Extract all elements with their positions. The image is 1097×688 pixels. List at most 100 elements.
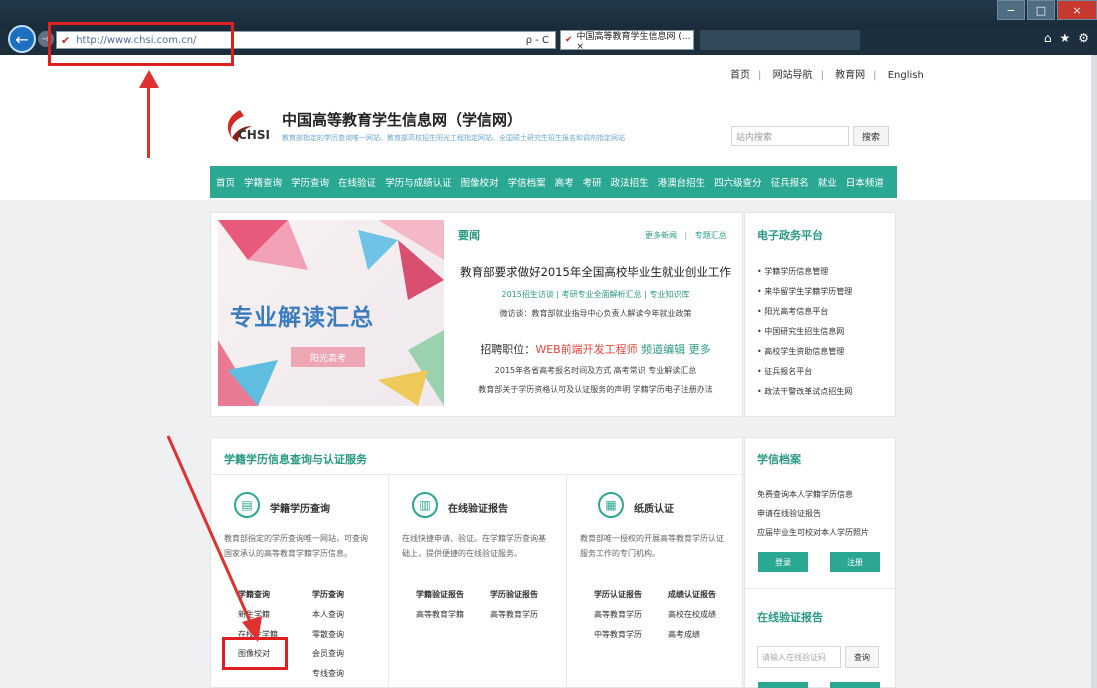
banner[interactable]: 专业解读汇总 阳光高考 — [218, 220, 444, 406]
service-link[interactable]: 本人查询 — [312, 609, 344, 620]
nav-item[interactable]: 学历与成绩认证 — [385, 175, 452, 189]
nav-item[interactable]: 港澳台招生 — [658, 175, 706, 189]
service-link[interactable]: 高等教育学籍 — [416, 609, 464, 620]
card-title[interactable]: 在线验证报告 — [448, 500, 508, 515]
card-desc: 教育部唯一授权的开展高等教育学历认证 服务工作的专门机构。 — [580, 534, 724, 558]
blurred-tab[interactable] — [700, 30, 860, 50]
service-link[interactable]: 零散查询 — [312, 629, 344, 640]
egov-item[interactable]: • 征兵报名平台 — [757, 366, 812, 377]
egov-item[interactable]: • 学籍学历信息管理 — [757, 266, 828, 277]
verify-bottom-button[interactable] — [758, 682, 808, 688]
topnav-home[interactable]: 首页 — [730, 70, 750, 81]
banner-button[interactable]: 阳光高考 — [291, 347, 365, 367]
recruit-job[interactable]: WEB前端开发工程师 — [535, 343, 637, 356]
service-link[interactable]: 中等教育学历 — [594, 629, 642, 640]
egov-item[interactable]: • 来华留学生学籍学历管理 — [757, 286, 852, 297]
archive-line: 免费查询本人学籍学历信息 — [757, 490, 853, 499]
site-subtitle: 教育部指定的学历查询唯一网站、教育部高校招生阳光工程指定网站、全国硕士研究生招生… — [282, 134, 625, 142]
service-link[interactable]: 学籍验证报告 — [416, 589, 464, 600]
service-link[interactable]: 高考成绩 — [668, 629, 700, 640]
recruit-suffix[interactable]: 频道编辑 更多 — [638, 343, 711, 356]
back-button[interactable]: ← — [8, 25, 36, 53]
login-button[interactable]: 登录 — [758, 552, 808, 572]
nav-item[interactable]: 就业 — [818, 175, 837, 189]
card-title[interactable]: 学籍学历查询 — [270, 500, 330, 515]
service-link[interactable]: 会员查询 — [312, 648, 344, 659]
nav-item[interactable]: 学历查询 — [291, 175, 329, 189]
window-controls: − □ × — [995, 0, 1097, 22]
service-link[interactable]: 高校在校成绩 — [668, 609, 716, 620]
nav-item[interactable]: 在线验证 — [338, 175, 376, 189]
nav-item[interactable]: 学信档案 — [508, 175, 546, 189]
up-arrow-shaft — [147, 84, 150, 158]
service-link[interactable]: 高等教育学历 — [594, 609, 642, 620]
main-nav: 首页 学籍查询 学历查询 在线验证 学历与成绩认证 图像校对 学信档案 高考 考… — [210, 166, 897, 198]
report-icon: ▥ — [412, 492, 438, 518]
tab-title: 中国高等教育学生信息网 (... × — [576, 31, 691, 52]
archive-line: 申请在线验证报告 — [757, 509, 821, 518]
nav-item[interactable]: 日本频道 — [846, 175, 884, 189]
card-title[interactable]: 纸质认证 — [634, 500, 674, 515]
gear-icon[interactable]: ⚙ — [1078, 31, 1089, 45]
news-line[interactable]: 微访谈：教育部就业指导中心负责人解读今年就业政策 — [448, 308, 743, 319]
nav-item[interactable]: 学籍查询 — [244, 175, 282, 189]
tab-favicon-icon: ✔ — [565, 35, 573, 45]
egov-item[interactable]: • 阳光高考信息平台 — [757, 306, 828, 317]
service-link[interactable]: 学历查询 — [312, 589, 344, 600]
certificate-icon: ▦ — [598, 492, 624, 518]
news-line[interactable]: 2015招生访谈 | 考研专业全面解析汇总 | 专业知识库 — [448, 289, 743, 300]
nav-item[interactable]: 政法招生 — [611, 175, 649, 189]
news-more-links: 更多新闻 | 专题汇总 — [645, 231, 727, 240]
divider — [211, 474, 742, 475]
news-headline[interactable]: 教育部要求做好2015年全国高校毕业生就业创业工作 — [448, 264, 743, 280]
close-button[interactable]: × — [1057, 0, 1097, 20]
site-search-input[interactable]: 站内搜索 — [731, 126, 849, 146]
site-title: 中国高等教育学生信息网（学信网） — [282, 111, 523, 129]
banner-title: 专业解读汇总 — [230, 304, 374, 331]
service-link[interactable]: 专线查询 — [312, 668, 344, 679]
nav-item[interactable]: 图像校对 — [461, 175, 499, 189]
verify-title: 在线验证报告 — [757, 611, 823, 624]
service-link[interactable]: 学历认证报告 — [594, 589, 642, 600]
egov-item[interactable]: • 高校学生资助信息管理 — [757, 346, 844, 357]
page-scrollbar[interactable] — [1091, 55, 1097, 688]
star-icon[interactable]: ★ — [1059, 31, 1070, 45]
egov-item[interactable]: • 政法干警改革试点招生网 — [757, 386, 852, 397]
egov-item[interactable]: • 中国研究生招生信息网 — [757, 326, 844, 337]
nav-item[interactable]: 高考 — [555, 175, 574, 189]
maximize-button[interactable]: □ — [1027, 0, 1055, 20]
divider — [566, 475, 567, 688]
nav-item[interactable]: 四六级查分 — [714, 175, 762, 189]
service-link[interactable]: 学历验证报告 — [490, 589, 538, 600]
divider — [388, 475, 389, 688]
service-link[interactable]: 成绩认证报告 — [668, 589, 716, 600]
verify-query-button[interactable]: 查询 — [845, 646, 879, 668]
minimize-button[interactable]: − — [997, 0, 1025, 20]
topnav-edu[interactable]: 教育网 — [835, 70, 865, 81]
address-tools[interactable]: ρ - C — [526, 35, 549, 46]
site-search-button[interactable]: 搜索 — [853, 126, 889, 146]
more-news-link[interactable]: 更多新闻 — [645, 231, 677, 240]
logo-text: CHSI — [238, 128, 270, 142]
service-link[interactable]: 高等教育学历 — [490, 609, 538, 620]
diagonal-arrow — [166, 435, 262, 642]
recruit-line[interactable]: 招聘职位：WEB前端开发工程师 频道编辑 更多 — [448, 341, 743, 357]
verify-bottom-button[interactable] — [830, 682, 880, 688]
nav-item[interactable]: 征兵报名 — [771, 175, 809, 189]
news-line[interactable]: 2015年各省高考报名时间及方式 高考常识 专业解读汇总 — [448, 365, 743, 376]
verify-code-input[interactable]: 请输入在线验证码 — [757, 646, 841, 668]
browser-tab[interactable]: ✔ 中国高等教育学生信息网 (... × — [560, 30, 694, 52]
topnav-english[interactable]: English — [888, 70, 924, 81]
home-icon[interactable]: ⌂ — [1044, 31, 1052, 45]
news-line[interactable]: 教育部关于学历资格认可及认证服务的声明 学籍学历电子注册办法 — [448, 384, 743, 395]
nav-item[interactable]: 考研 — [583, 175, 602, 189]
browser-toolbar-icons: ⌂ ★ ⚙ — [1044, 31, 1089, 45]
recruit-prefix: 招聘职位： — [480, 343, 536, 356]
topnav-sitemap[interactable]: 网站导航 — [773, 70, 813, 81]
nav-item[interactable]: 首页 — [216, 175, 235, 189]
top-utility-nav: 首页 | 网站导航 | 教育网 | English — [730, 70, 924, 81]
topics-link[interactable]: 专题汇总 — [695, 231, 727, 240]
archive-line: 应届毕业生可校对本人学历照片 — [757, 528, 869, 537]
register-button[interactable]: 注册 — [830, 552, 880, 572]
arrow-left-icon: ← — [15, 29, 29, 49]
